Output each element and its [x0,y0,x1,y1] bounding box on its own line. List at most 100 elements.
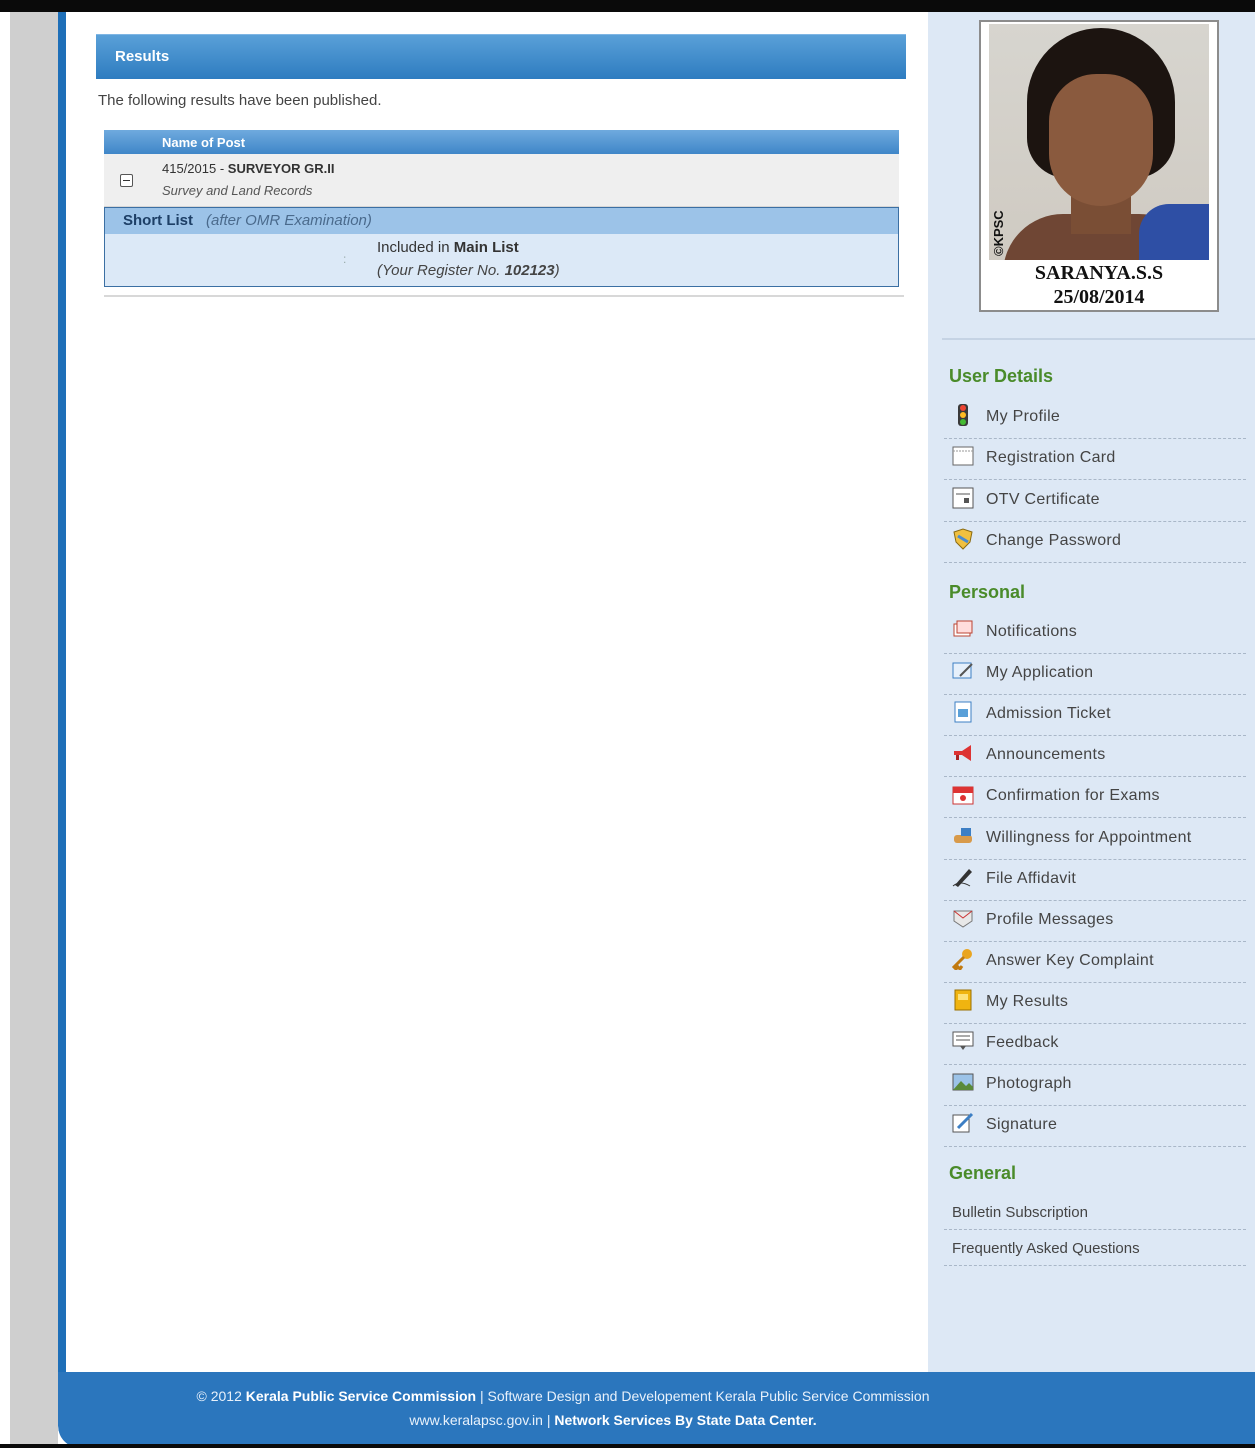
sidebar-item-photograph[interactable]: Photograph [944,1065,1246,1107]
post-name: SURVEYOR GR.II [227,161,335,176]
profile-photo: ©KPSC [989,24,1209,260]
page-edge [0,12,10,1448]
footer: © 2012 Kerala Public Service Commission … [58,1372,1255,1448]
footer-credit: | Software Design and Developement Keral… [476,1388,930,1404]
sidebar-item-label: My Results [986,992,1069,1010]
sidebar-item-frequently-asked-questions[interactable]: Frequently Asked Questions [944,1231,1246,1266]
certificate-icon [952,487,974,509]
results-intro: The following results have been publishe… [98,92,382,109]
notification-icon [952,619,974,641]
handshake-icon [952,825,974,847]
sidebar-item-label: Signature [986,1116,1058,1134]
sidebar-item-my-application[interactable]: My Application [944,654,1246,696]
shortlist-body: : Included in Main List (Your Register N… [105,234,898,286]
general-title: General [949,1163,1017,1183]
sidebar-item-label: My Profile [986,408,1061,425]
column-name-of-post: Name of Post [162,135,246,150]
message-icon [952,907,974,929]
sidebar-item-my-profile[interactable]: My Profile [944,398,1246,439]
post-code: 415/2015 - [162,161,225,176]
sidebar-item-label: Confirmation for Exams [986,787,1160,805]
shortlist-header: Short List (after OMR Examination) [105,208,898,234]
colon: : [343,252,347,266]
sidebar-item-otv-certificate[interactable]: OTV Certificate [944,481,1246,522]
shield-icon [952,528,974,550]
post-department: Survey and Land Records [162,183,313,198]
sidebar-item-confirmation-for-exams[interactable]: Confirmation for Exams [944,777,1246,819]
personal-title: Personal [949,582,1026,602]
traffic-light-icon [952,404,974,426]
sidebar-item-willingness-for-appointment[interactable]: Willingness for Appointment [944,819,1246,860]
footer-site-link[interactable]: www.keralapsc.gov.in [409,1412,543,1428]
megaphone-icon [952,742,974,764]
sidebar-item-my-results[interactable]: My Results [944,983,1246,1024]
sidebar-item-admission-ticket[interactable]: Admission Ticket [944,695,1246,737]
results-icon [952,989,974,1011]
main-content: Results The following results have been … [66,12,928,1372]
application-icon [952,660,974,682]
profile-photo-card: ©KPSC SARANYA.S.S 25/08/2014 [979,20,1219,312]
shortlist-box: Short List (after OMR Examination) : Inc… [104,207,899,287]
footer-network: Network Services By State Data Center. [554,1412,817,1428]
ticket-icon [952,701,974,723]
results-table: Name of Post 415/2015 - SURVEYOR GR.II S… [104,130,899,287]
included-list: Main List [453,239,519,256]
sidebar-item-change-password[interactable]: Change Password [944,522,1246,563]
sidebar-item-label: Announcements [986,746,1106,764]
sidebar-item-feedback[interactable]: Feedback [944,1024,1246,1065]
bottom-black-bar [0,1444,1255,1448]
sidebar-item-label: File Affidavit [986,869,1077,887]
register-no: 102123 [504,262,555,279]
photo-icon [952,1071,974,1093]
signature-icon [952,1112,974,1134]
register-number: (Your Register No. 102123) [377,262,560,279]
register-prefix: (Your Register No. [377,262,501,279]
register-suffix: ) [554,262,560,279]
table-divider [104,295,904,297]
collapse-icon[interactable] [120,174,133,187]
calendar-icon [952,783,974,805]
content-wrap: Results The following results have been … [58,12,1255,1448]
candidate-name: SARANYA.S.S [1034,262,1164,284]
feedback-icon [952,1030,974,1052]
sidebar-item-label: Frequently Asked Questions [952,1240,1140,1257]
sidebar-item-label: OTV Certificate [986,490,1100,508]
pen-icon [952,866,974,888]
kpsc-watermark: ©KPSC [991,210,1006,256]
included-prefix: Included in [377,239,450,256]
sidebar-item-label: Admission Ticket [986,705,1111,723]
table-header: Name of Post [104,130,899,154]
sidebar-item-signature[interactable]: Signature [944,1106,1246,1148]
sidebar-item-registration-card[interactable]: Registration Card [944,439,1246,481]
left-gutter [10,12,58,1448]
sidebar-item-notifications[interactable]: Notifications [944,613,1246,654]
results-header: Results [96,34,906,79]
footer-separator: | [542,1412,555,1428]
sidebar-item-label: Willingness for Appointment [986,828,1192,846]
sidebar-item-label: My Application [986,664,1094,682]
card-icon [952,445,974,467]
sidebar-divider [942,338,1255,340]
sidebar-item-label: Profile Messages [986,910,1114,928]
sidebar: ©KPSC SARANYA.S.S 25/08/2014 User Detail… [928,12,1255,1372]
table-row: 415/2015 - SURVEYOR GR.II Survey and Lan… [104,154,899,207]
footer-line-1: © 2012 Kerala Public Service Commission … [58,1388,1068,1404]
sidebar-item-file-affidavit[interactable]: File Affidavit [944,860,1246,901]
blue-rail [58,12,66,1372]
sidebar-item-label: Bulletin Subscription [952,1204,1088,1221]
results-title: Results [115,48,170,65]
shortlist-label: Short List [123,212,193,229]
sidebar-item-announcements[interactable]: Announcements [944,736,1246,778]
footer-copyright: © 2012 [196,1388,242,1404]
sidebar-item-profile-messages[interactable]: Profile Messages [944,901,1246,942]
sidebar-item-label: Feedback [986,1034,1059,1051]
top-black-bar [0,0,1255,12]
footer-org: Kerala Public Service Commission [245,1388,477,1404]
shortlist-note: (after OMR Examination) [206,212,372,229]
footer-line-2: www.keralapsc.gov.in | Network Services … [58,1412,1168,1428]
sidebar-item-answer-key-complaint[interactable]: Answer Key Complaint [944,942,1246,983]
sidebar-item-bulletin-subscription[interactable]: Bulletin Subscription [944,1195,1246,1230]
sidebar-item-label: Answer Key Complaint [986,951,1154,969]
photo-date: 25/08/2014 [1053,286,1145,308]
sidebar-item-label: Registration Card [986,449,1116,467]
